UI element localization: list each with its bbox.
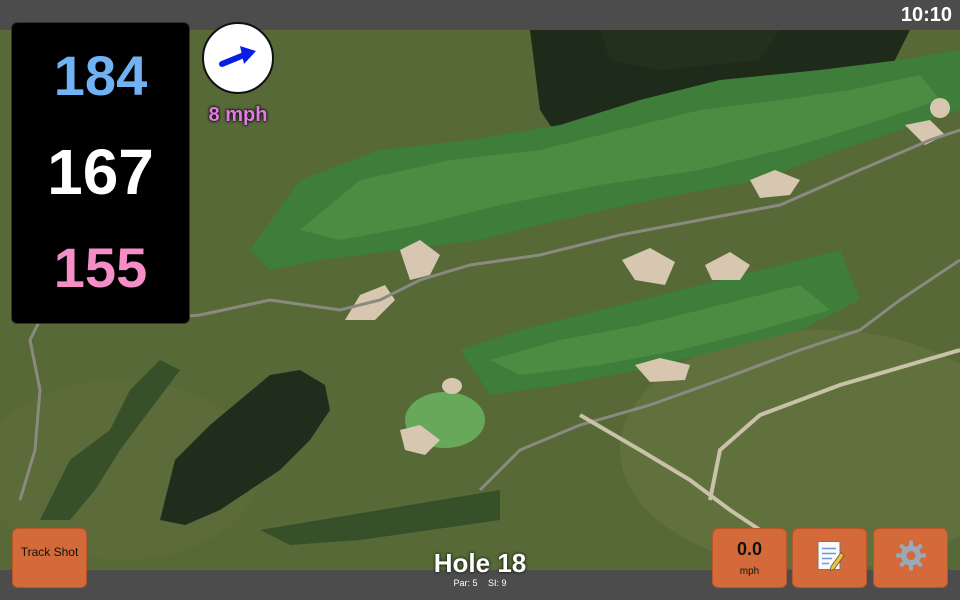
track-shot-button[interactable]: Track Shot [12,528,87,588]
gear-icon [895,540,927,577]
wind-speed: 8 mph [208,104,268,126]
hole-title: Hole 18 [433,548,527,578]
settings-button[interactable] [873,528,948,588]
front-distance: 155 [53,236,148,299]
par-label: Par: 5 [453,578,478,588]
hole-info: Par: 5 SI: 9 [380,578,580,588]
speed-value: 0.0 [736,539,763,559]
wind-indicator [202,22,274,94]
distance-panel: 184 167 155 [11,22,190,324]
speed-button[interactable]: 0.0 mph [712,528,787,588]
middle-distance: 167 [47,136,154,208]
notes-button[interactable] [792,528,867,588]
notepad-icon [815,539,845,578]
arrow-icon [219,46,256,67]
clock: 10:10 [900,4,952,26]
speed-unit: mph [739,566,760,577]
si-label: SI: 9 [488,578,507,588]
back-distance: 184 [53,44,148,107]
